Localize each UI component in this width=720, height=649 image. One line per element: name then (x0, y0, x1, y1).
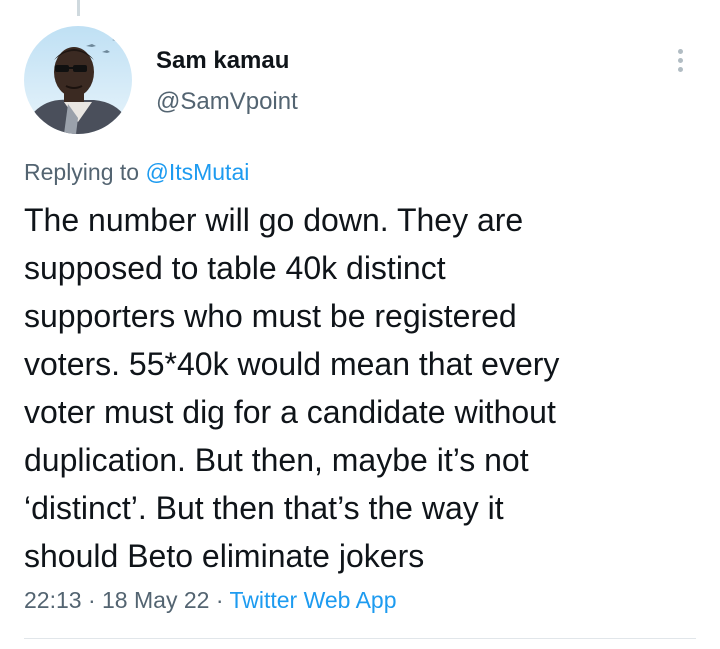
tweet-text-line: duplication. But then, maybe it’s not (24, 442, 529, 478)
thread-connector-line (77, 0, 80, 16)
meta-separator: · (87, 587, 96, 613)
tweet-text-line: should Beto eliminate jokers (24, 538, 425, 574)
replying-to-label: Replying to (24, 159, 140, 185)
tweet-text-line: supporters who must be registered (24, 298, 517, 334)
replying-to-line: Replying to @ItsMutai (24, 158, 249, 186)
tweet-time[interactable]: 22:13 (24, 587, 82, 613)
avatar[interactable] (24, 26, 132, 134)
tweet-text-line: The number will go down. They are (24, 202, 524, 238)
tweet-date[interactable]: 18 May 22 (102, 587, 209, 613)
author-handle[interactable]: @SamVpoint (156, 88, 298, 116)
more-options-icon[interactable] (664, 40, 696, 80)
author-display-name[interactable]: Sam kamau (156, 47, 289, 75)
tweet-text-line: supposed to table 40k distinct (24, 250, 446, 286)
tweet-text-line: ‘distinct’. But then that’s the way it (24, 490, 504, 526)
more-dot (677, 66, 683, 72)
divider (24, 638, 696, 639)
more-dot (677, 57, 683, 63)
tweet-source-link[interactable]: Twitter Web App (229, 587, 396, 613)
tweet-text: The number will go down. They are suppos… (24, 196, 704, 580)
more-dot (677, 48, 683, 54)
tweet-text-line: voters. 55*40k would mean that every (24, 346, 560, 382)
tweet-text-line: voter must dig for a candidate without (24, 394, 556, 430)
meta-separator: · (215, 587, 224, 613)
reply-mention-link[interactable]: @ItsMutai (145, 159, 249, 185)
avatar-photo (24, 26, 132, 134)
tweet-metadata: 22:13 · 18 May 22 · Twitter Web App (24, 585, 397, 615)
